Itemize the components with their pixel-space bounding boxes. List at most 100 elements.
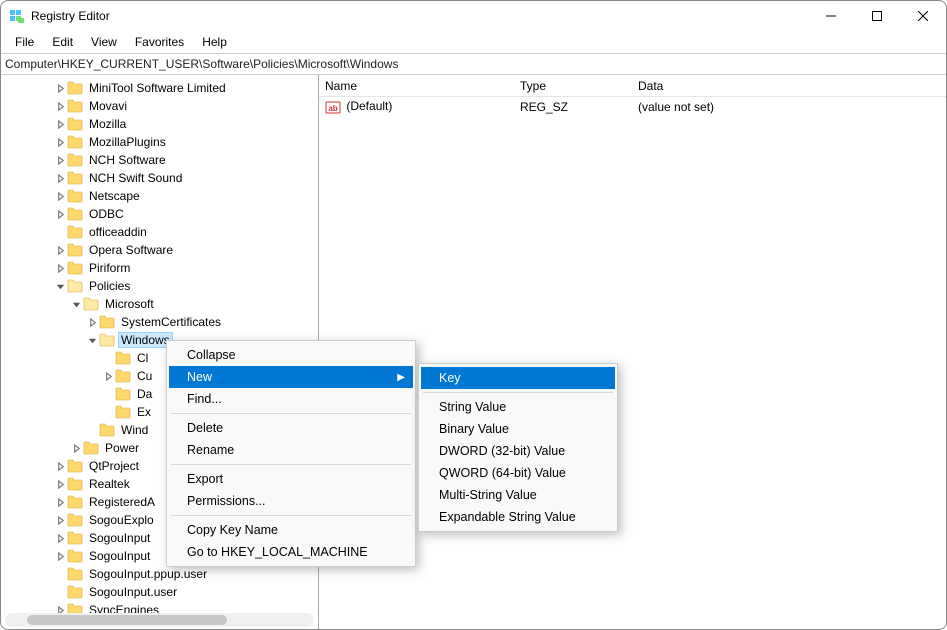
chevron-right-icon[interactable]: [53, 534, 67, 543]
folder-icon: [67, 135, 83, 149]
tree-node[interactable]: SystemCertificates: [1, 313, 318, 331]
minimize-button[interactable]: [808, 1, 854, 31]
folder-icon: [67, 477, 83, 491]
submenu-arrow-icon: ▶: [397, 372, 405, 383]
menu-edit[interactable]: Edit: [44, 33, 81, 51]
chevron-right-icon[interactable]: [53, 480, 67, 489]
menu-favorites[interactable]: Favorites: [127, 33, 192, 51]
maximize-button[interactable]: [854, 1, 900, 31]
tree-node[interactable]: MiniTool Software Limited: [1, 79, 318, 97]
col-header-type[interactable]: Type: [514, 79, 632, 93]
tree-node[interactable]: Mozilla: [1, 115, 318, 133]
tree-node[interactable]: Netscape: [1, 187, 318, 205]
chevron-down-icon[interactable]: [69, 300, 83, 309]
scrollbar-thumb[interactable]: [27, 615, 227, 625]
tree-node-label: Realtek: [87, 477, 132, 491]
tree-node[interactable]: Microsoft: [1, 295, 318, 313]
ctx-permissions[interactable]: Permissions...: [169, 490, 413, 512]
horizontal-scrollbar[interactable]: [5, 613, 314, 627]
chevron-right-icon[interactable]: [85, 318, 99, 327]
tree-node-label: NCH Software: [87, 153, 168, 167]
tree-node[interactable]: ODBC: [1, 205, 318, 223]
folder-icon: [67, 585, 83, 599]
chevron-right-icon[interactable]: [53, 210, 67, 219]
new-string-value[interactable]: String Value: [421, 396, 615, 418]
folder-icon: [67, 207, 83, 221]
tree-node[interactable]: NCH Swift Sound: [1, 169, 318, 187]
new-expandstring-value[interactable]: Expandable String Value: [421, 506, 615, 528]
cell-name: ab (Default): [319, 99, 514, 115]
folder-icon: [67, 153, 83, 167]
chevron-right-icon[interactable]: [53, 516, 67, 525]
tree-node-label: Da: [135, 387, 154, 401]
ctx-new[interactable]: New ▶: [169, 366, 413, 388]
chevron-right-icon[interactable]: [53, 84, 67, 93]
tree-node-label: officeaddin: [87, 225, 149, 239]
tree-node-label: Movavi: [87, 99, 129, 113]
tree-node-label: SogouInput.ppup.user: [87, 567, 209, 581]
folder-icon: [67, 567, 83, 581]
chevron-right-icon[interactable]: [53, 462, 67, 471]
new-dword-value[interactable]: DWORD (32-bit) Value: [421, 440, 615, 462]
new-binary-value[interactable]: Binary Value: [421, 418, 615, 440]
tree-node[interactable]: SogouInput.user: [1, 583, 318, 601]
value-name: (Default): [346, 99, 392, 113]
tree-node[interactable]: officeaddin: [1, 223, 318, 241]
folder-icon: [67, 261, 83, 275]
ctx-new-label: New: [187, 370, 212, 384]
tree-node-label: Cl: [135, 351, 150, 365]
tree-node[interactable]: NCH Software: [1, 151, 318, 169]
new-multistring-value[interactable]: Multi-String Value: [421, 484, 615, 506]
separator: [171, 464, 411, 465]
list-header: Name Type Data: [319, 75, 946, 97]
col-header-data[interactable]: Data: [632, 79, 946, 93]
chevron-right-icon[interactable]: [53, 192, 67, 201]
chevron-right-icon[interactable]: [53, 102, 67, 111]
chevron-right-icon[interactable]: [53, 246, 67, 255]
ctx-export[interactable]: Export: [169, 468, 413, 490]
ctx-rename[interactable]: Rename: [169, 439, 413, 461]
chevron-down-icon[interactable]: [53, 282, 67, 291]
address-bar[interactable]: Computer\HKEY_CURRENT_USER\Software\Poli…: [1, 53, 946, 75]
app-icon: [9, 8, 25, 24]
cell-data: (value not set): [632, 100, 946, 114]
tree-node-label: NCH Swift Sound: [87, 171, 184, 185]
list-row[interactable]: ab (Default) REG_SZ (value not set): [319, 97, 946, 117]
tree-node[interactable]: Opera Software: [1, 241, 318, 259]
new-key[interactable]: Key: [421, 367, 615, 389]
chevron-right-icon[interactable]: [53, 498, 67, 507]
ctx-copy-key-name[interactable]: Copy Key Name: [169, 519, 413, 541]
col-header-name[interactable]: Name: [319, 79, 514, 93]
tree-node-label: SogouInput: [87, 549, 152, 563]
tree-node-label: SogouInput.user: [87, 585, 179, 599]
ctx-delete[interactable]: Delete: [169, 417, 413, 439]
tree-node[interactable]: Policies: [1, 277, 318, 295]
chevron-right-icon[interactable]: [53, 120, 67, 129]
folder-icon: [67, 99, 83, 113]
ctx-collapse[interactable]: Collapse: [169, 344, 413, 366]
tree-node-label: RegisteredA: [87, 495, 157, 509]
tree-node[interactable]: SogouInput.ppup.user: [1, 565, 318, 583]
menu-help[interactable]: Help: [194, 33, 235, 51]
chevron-right-icon[interactable]: [53, 174, 67, 183]
chevron-right-icon[interactable]: [53, 264, 67, 273]
tree-node[interactable]: Movavi: [1, 97, 318, 115]
chevron-down-icon[interactable]: [85, 336, 99, 345]
chevron-right-icon[interactable]: [69, 444, 83, 453]
tree-node[interactable]: Piriform: [1, 259, 318, 277]
chevron-right-icon[interactable]: [53, 138, 67, 147]
menu-file[interactable]: File: [7, 33, 42, 51]
chevron-right-icon[interactable]: [53, 552, 67, 561]
tree-node-label: Power: [103, 441, 141, 455]
tree-node[interactable]: MozillaPlugins: [1, 133, 318, 151]
chevron-right-icon[interactable]: [101, 372, 115, 381]
new-qword-value[interactable]: QWORD (64-bit) Value: [421, 462, 615, 484]
ctx-find[interactable]: Find...: [169, 388, 413, 410]
folder-icon: [115, 387, 131, 401]
chevron-right-icon[interactable]: [53, 156, 67, 165]
ctx-goto-hklm[interactable]: Go to HKEY_LOCAL_MACHINE: [169, 541, 413, 563]
close-button[interactable]: [900, 1, 946, 31]
folder-icon: [83, 297, 99, 311]
tree-node-label: MozillaPlugins: [87, 135, 168, 149]
menu-view[interactable]: View: [83, 33, 125, 51]
